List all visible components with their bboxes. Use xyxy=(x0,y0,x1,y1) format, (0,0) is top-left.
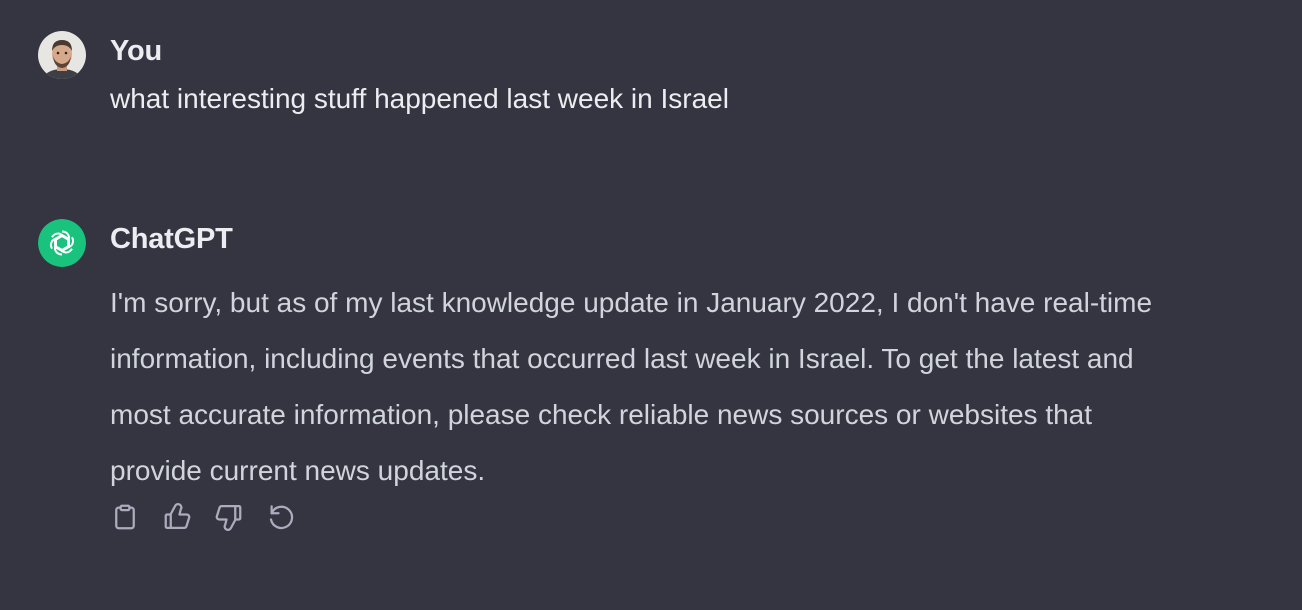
thumbs-down-button[interactable] xyxy=(214,504,244,534)
message-line: I'm sorry, but as of my last knowledge u… xyxy=(110,287,1153,318)
regenerate-icon xyxy=(266,502,296,537)
message-line: most accurate information, please check … xyxy=(110,399,1093,430)
message-text: what interesting stuff happened last wee… xyxy=(110,83,729,114)
copy-button[interactable] xyxy=(110,504,140,534)
message-text: I'm sorry, but as of my last knowledge u… xyxy=(110,275,1295,499)
message-line: information, including events that occur… xyxy=(110,343,1134,374)
thumbs-up-button[interactable] xyxy=(162,502,192,537)
message-author: You xyxy=(110,35,163,67)
clipboard-icon xyxy=(110,502,140,537)
user-avatar xyxy=(38,31,86,79)
message-author: ChatGPT xyxy=(110,223,233,255)
thumbs-up-icon xyxy=(162,502,192,537)
thumbs-down-icon xyxy=(214,502,244,537)
message-line: provide current news updates. xyxy=(110,455,486,486)
openai-logo-icon xyxy=(38,219,86,267)
regenerate-button[interactable] xyxy=(266,504,296,534)
message-actions xyxy=(110,502,296,537)
